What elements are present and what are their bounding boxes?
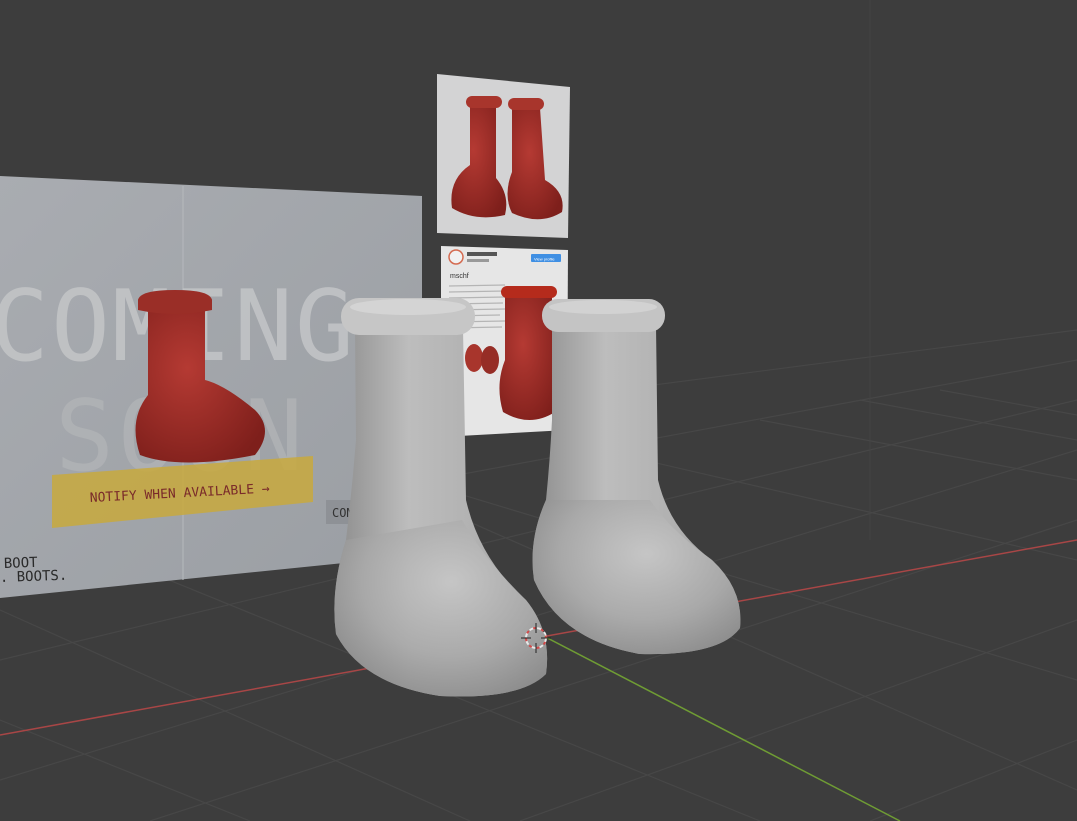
reference-photo[interactable]: [437, 74, 570, 238]
profile-name-bar: [467, 252, 497, 256]
profile-subtitle-bar: [467, 259, 489, 262]
profile-avatar: [448, 249, 464, 265]
profile-account-name: mschf: [450, 273, 469, 280]
boot-model-left-rim-highlight: [350, 299, 466, 315]
poster-tagline-line2: . BOOTS.: [0, 568, 68, 586]
view-profile-label: View profile: [534, 257, 555, 262]
boot-model-right-rim-highlight: [549, 300, 657, 314]
3d-viewport[interactable]: COMING SOON NOTIFY WHEN AVAILABLE → COM …: [0, 0, 1077, 821]
